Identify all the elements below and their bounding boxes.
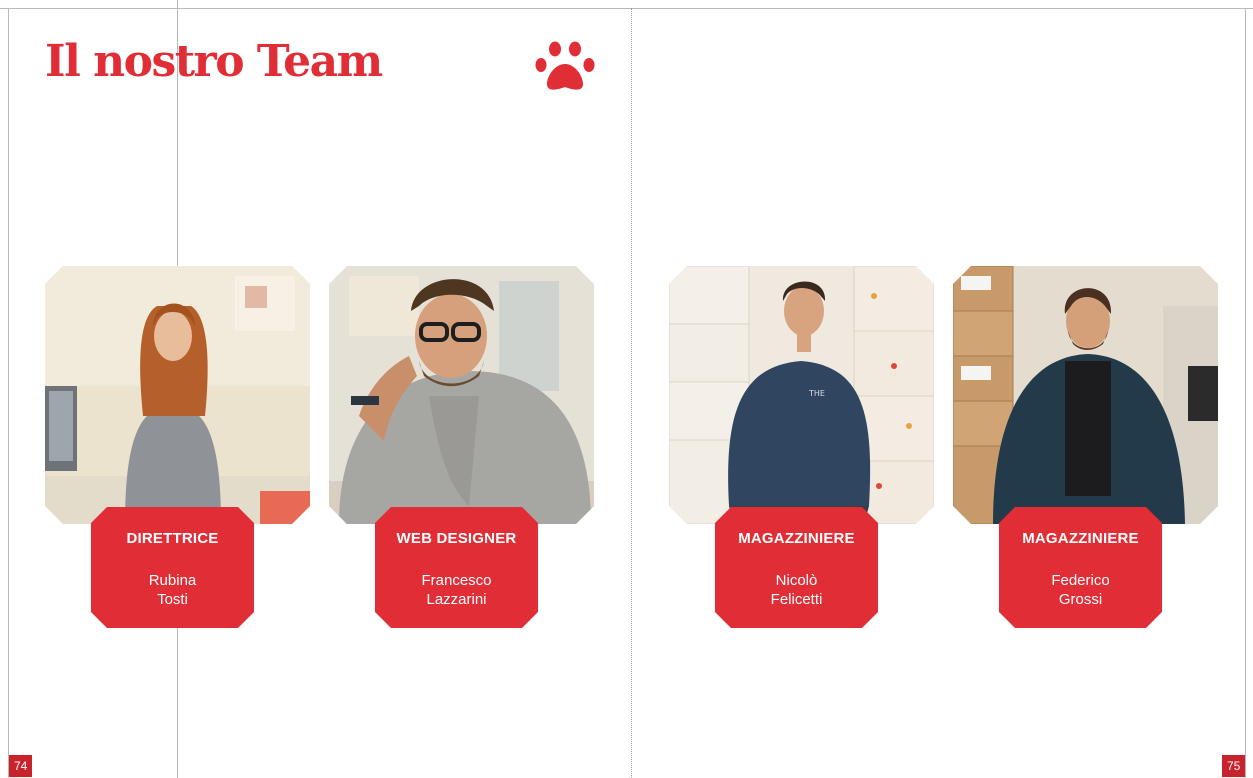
member-name: Francesco Lazzarini xyxy=(375,571,538,609)
svg-text:THE: THE xyxy=(808,389,825,398)
role-title: DIRETTRICE xyxy=(126,530,219,547)
top-guide-line xyxy=(0,8,1253,9)
last-name: Felicetti xyxy=(770,591,823,608)
role-label: DIRETTRICE Rubina Tosti xyxy=(91,507,254,628)
role-label: MAGAZZINIERE Federico Grossi xyxy=(999,507,1162,628)
team-card-nicolo-felicetti: THE MAGAZZINIERE Nicolò Felicetti xyxy=(669,266,934,628)
team-photo xyxy=(329,266,594,524)
first-name: Francesco xyxy=(421,572,492,589)
page-number-right: 75 xyxy=(1222,755,1246,777)
first-name: Nicolò xyxy=(775,572,818,589)
role-title: WEB DESIGNER xyxy=(396,530,517,547)
team-card-federico-grossi: MAGAZZINIERE Federico Grossi xyxy=(953,266,1218,628)
role-label: WEB DESIGNER Francesco Lazzarini xyxy=(375,507,538,628)
last-name: Grossi xyxy=(1058,591,1103,608)
last-name: Tosti xyxy=(157,591,188,608)
role-label: MAGAZZINIERE Nicolò Felicetti xyxy=(715,507,878,628)
column-guide-bottom xyxy=(177,628,178,778)
paw-icon xyxy=(535,41,595,90)
role-title: MAGAZZINIERE xyxy=(1022,530,1139,547)
team-photo: THE xyxy=(669,266,934,524)
member-name: Nicolò Felicetti xyxy=(715,571,878,609)
first-name: Rubina xyxy=(148,572,197,589)
last-name: Lazzarini xyxy=(426,591,487,608)
first-name: Federico xyxy=(1051,572,1110,589)
page-number-left: 74 xyxy=(9,755,33,777)
team-card-francesco-lazzarini: WEB DESIGNER Francesco Lazzarini xyxy=(329,266,594,628)
page-fold xyxy=(631,8,632,778)
team-photo xyxy=(953,266,1218,524)
team-photo xyxy=(45,266,310,524)
left-guide-line xyxy=(8,8,9,778)
member-name: Federico Grossi xyxy=(999,571,1162,609)
team-card-rubina-tosti: DIRETTRICE Rubina Tosti xyxy=(45,266,310,628)
right-guide-line xyxy=(1245,8,1246,778)
role-title: MAGAZZINIERE xyxy=(738,530,855,547)
page-title: Il nostro Team xyxy=(45,36,383,87)
member-name: Rubina Tosti xyxy=(91,571,254,609)
